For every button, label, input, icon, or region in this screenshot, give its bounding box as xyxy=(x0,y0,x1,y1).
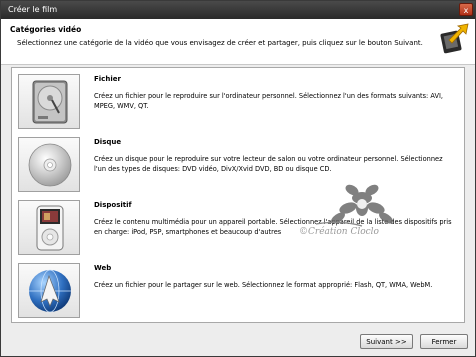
flower-watermark-icon xyxy=(315,184,393,227)
globe-icon[interactable] xyxy=(18,263,80,318)
next-button[interactable]: Suivant >> xyxy=(360,334,413,349)
option-description: Créez un fichier pour le reproduire sur … xyxy=(94,92,444,110)
option-fichier[interactable]: Fichier Créez un fichier pour le reprodu… xyxy=(18,74,458,129)
close-button[interactable]: Fermer xyxy=(420,334,468,349)
option-title: Fichier xyxy=(94,75,121,83)
header-subtitle: Sélectionnez une catégorie de la vidéo q… xyxy=(17,39,423,47)
watermark-text: ©Création Cloclo xyxy=(299,227,379,237)
close-icon[interactable]: x xyxy=(459,3,473,16)
header-title: Catégories vidéo xyxy=(10,25,82,34)
film-export-icon xyxy=(440,23,469,54)
title-bar[interactable]: Créer le film x xyxy=(1,1,475,19)
window-title: Créer le film xyxy=(8,5,58,14)
option-web[interactable]: Web Créez un fichier pour le partager su… xyxy=(18,263,458,318)
option-description: Créez un disque pour le reproduire sur v… xyxy=(94,155,443,173)
media-player-icon[interactable] xyxy=(18,200,80,255)
dialog-header: Catégories vidéo Sélectionnez une catégo… xyxy=(1,19,475,65)
option-title: Disque xyxy=(94,138,122,146)
create-movie-dialog: Créer le film x Catégories vidéo Sélecti… xyxy=(0,0,476,357)
option-title: Web xyxy=(94,264,112,272)
hard-drive-icon[interactable] xyxy=(18,74,80,129)
option-description: Créez un fichier pour le partager sur le… xyxy=(94,281,433,289)
option-title: Dispositif xyxy=(94,201,132,209)
disc-icon[interactable] xyxy=(18,137,80,192)
